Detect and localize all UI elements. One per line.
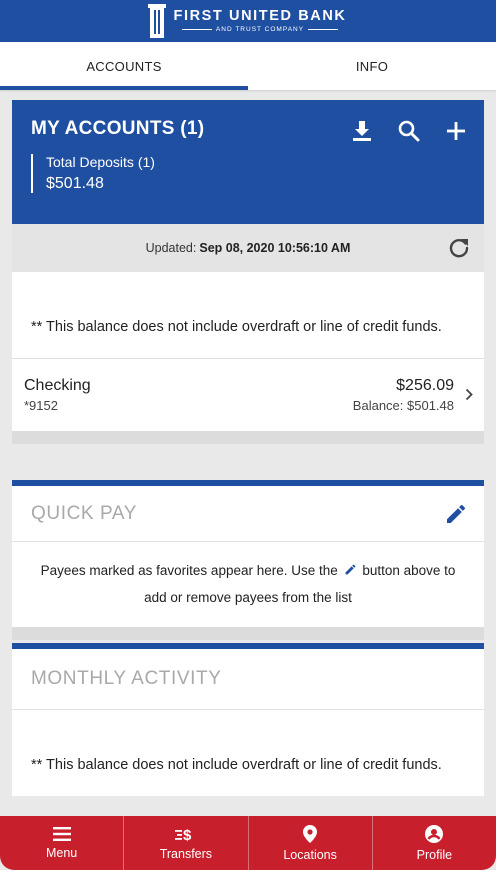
tab-accounts[interactable]: ACCOUNTS [0,42,248,90]
pencil-icon [344,559,357,585]
account-balance: Balance: $501.48 [352,398,454,413]
top-tabs: ACCOUNTS INFO [0,42,496,90]
transfers-icon: $ [174,827,192,842]
updated-bar: Updated: Sep 08, 2020 10:56:10 AM [12,224,484,272]
total-deposits[interactable]: Total Deposits (1) $501.48 [31,154,465,193]
edit-pencil-icon[interactable] [444,502,468,531]
quick-pay-message: Payees marked as favorites appear here. … [12,542,484,627]
menu-icon [52,826,71,841]
bottom-nav: Menu $ Transfers Locations Profile [0,816,496,870]
app-header: FIRST UNITED BANK AND TRUST COMPANY [0,0,496,42]
monthly-balance-notice: ** This balance does not include overdra… [31,757,442,773]
monthly-activity-header: MONTHLY ACTIVITY [12,649,484,710]
nav-transfers-label: Transfers [159,846,213,861]
monthly-activity-card: MONTHLY ACTIVITY ** This balance does no… [12,643,484,796]
plus-icon[interactable] [446,121,466,141]
nav-profile-label: Profile [416,847,453,862]
total-deposits-value: $501.48 [46,175,104,192]
pillar-logo-icon [147,4,166,38]
my-accounts-header: MY ACCOUNTS (1) Total Deposits (1) $501.… [12,100,484,224]
account-available-amount: $256.09 [396,377,454,394]
quick-pay-header: QUICK PAY [12,486,484,542]
updated-timestamp: Sep 08, 2020 10:56:10 AM [199,241,351,255]
chevron-right-icon [465,388,473,406]
nav-transfers[interactable]: $ Transfers [124,816,249,870]
nav-menu[interactable]: Menu [0,816,125,870]
location-pin-icon [303,824,318,843]
nav-locations-label: Locations [283,847,337,862]
bank-name: FIRST UNITED BANK [173,8,347,24]
refresh-icon[interactable] [448,237,470,262]
search-icon[interactable] [398,120,420,142]
svg-text:$: $ [183,827,192,842]
monthly-activity-title: MONTHLY ACTIVITY [31,668,222,689]
main-content: MY ACCOUNTS (1) Total Deposits (1) $501.… [0,90,496,816]
nav-profile[interactable]: Profile [373,816,496,870]
quick-pay-message-part1: Payees marked as favorites appear here. … [40,563,338,578]
updated-prefix: Updated: [145,241,197,255]
nav-menu-label: Menu [45,845,78,860]
quick-pay-title: QUICK PAY [31,502,138,524]
total-deposits-label: Total Deposits (1) [46,154,155,170]
download-icon[interactable] [352,120,372,142]
tab-info[interactable]: INFO [248,42,496,90]
balance-notice: ** This balance does not include overdra… [31,319,442,335]
quick-pay-card: QUICK PAY Payees marked as favorites app… [12,480,484,640]
profile-icon [425,824,444,843]
nav-locations[interactable]: Locations [249,816,373,870]
card-footer [12,431,484,444]
bank-logo: FIRST UNITED BANK AND TRUST COMPANY [147,4,347,38]
account-row-checking[interactable]: Checking *9152 $256.09 Balance: $501.48 [12,359,484,431]
bank-tagline: AND TRUST COMPANY [182,26,338,34]
card-footer [12,627,484,640]
my-accounts-card: MY ACCOUNTS (1) Total Deposits (1) $501.… [12,100,484,444]
